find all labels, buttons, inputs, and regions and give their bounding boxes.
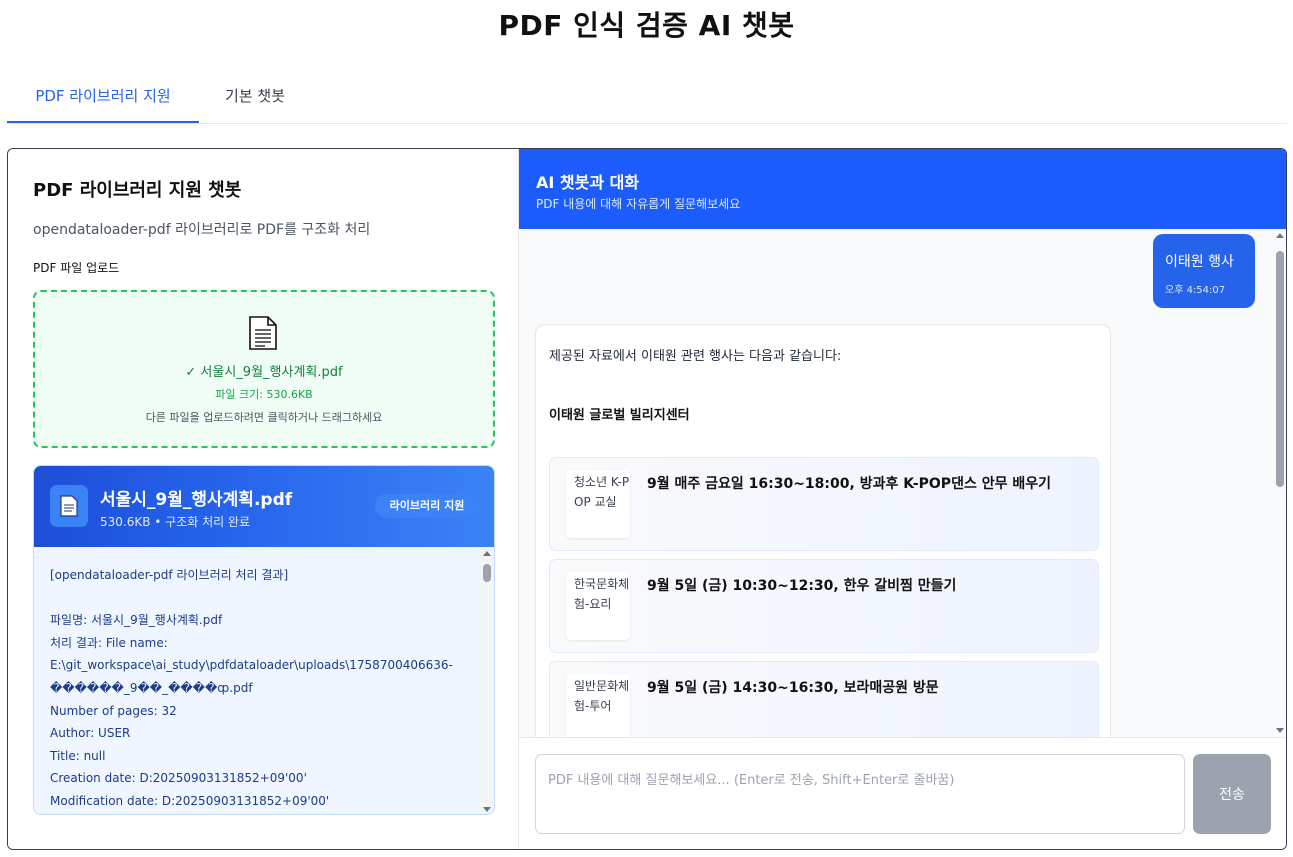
document-card-header: 서울시_9월_행사계획.pdf 530.6KB • 구조화 처리 완료 라이브러… bbox=[34, 466, 494, 547]
event-card: 청소년 K-POP 교실 9월 매주 금요일 16:30~18:00, 방과후 … bbox=[549, 457, 1099, 551]
left-pane: PDF 라이브러리 지원 챗봇 opendataloader-pdf 라이브러리… bbox=[8, 149, 519, 849]
ai-message: 제공된 자료에서 이태원 관련 행사는 다음과 같습니다: 이태원 글로벌 빌리… bbox=[535, 324, 1111, 737]
chat-scroll-thumb[interactable] bbox=[1276, 251, 1284, 487]
result-line: [opendataloader-pdf 라이브러리 처리 결과] bbox=[50, 568, 289, 582]
document-icon bbox=[249, 316, 277, 350]
dropzone-hint: 다른 파일을 업로드하려면 클릭하거나 드래그하세요 bbox=[145, 411, 383, 424]
event-title: 9월 매주 금요일 16:30~18:00, 방과후 K-POP댄스 안무 배우… bbox=[647, 476, 1051, 492]
result-line: Creation date: D:20250903131852+09'00' bbox=[50, 771, 307, 786]
chat-scrollbar[interactable] bbox=[1273, 229, 1286, 737]
result-line: 처리 결과: File name: bbox=[50, 635, 168, 650]
document-card-icon bbox=[50, 485, 88, 527]
document-result-text: [opendataloader-pdf 라이브러리 처리 결과] 파일명: 서울… bbox=[50, 564, 470, 813]
result-line: ������_9��_����ȹ.pdf bbox=[50, 680, 253, 695]
result-line: Author: USER bbox=[50, 726, 131, 741]
document-scrollbar[interactable] bbox=[480, 547, 494, 814]
result-line: Modification date: D:20250903131852+09'0… bbox=[50, 793, 330, 808]
tab-pdf-library[interactable]: PDF 라이브러리 지원 bbox=[7, 74, 199, 123]
scroll-down-arrow-icon[interactable] bbox=[483, 807, 491, 812]
event-title: 9월 5일 (금) 10:30~12:30, 한우 갈비찜 만들기 bbox=[647, 578, 957, 594]
event-title: 9월 5일 (금) 14:30~16:30, 보라매공원 방문 bbox=[647, 680, 939, 696]
main-card: PDF 라이브러리 지원 챗봇 opendataloader-pdf 라이브러리… bbox=[7, 148, 1287, 850]
tab-bar: PDF 라이브러리 지원 기본 챗봇 bbox=[7, 74, 1287, 124]
result-line bbox=[50, 587, 470, 610]
send-button[interactable]: 전송 bbox=[1193, 754, 1271, 834]
left-pane-title: PDF 라이브러리 지원 챗봇 bbox=[33, 180, 242, 201]
document-name: 서울시_9월_행사계획.pdf bbox=[100, 490, 293, 510]
event-tag: 일반문화체험-투어 bbox=[566, 674, 630, 737]
user-message: 이태원 행사 오후 4:54:07 bbox=[1153, 234, 1255, 308]
document-result-panel[interactable]: [opendataloader-pdf 라이브러리 처리 결과] 파일명: 서울… bbox=[34, 547, 494, 814]
event-card: 일반문화체험-투어 9월 5일 (금) 14:30~16:30, 보라매공원 방… bbox=[549, 661, 1099, 737]
library-badge: 라이브러리 지원 bbox=[375, 494, 479, 518]
file-dropzone[interactable]: ✓ 서울시_9월_행사계획.pdf 파일 크기: 530.6KB 다른 파일을 … bbox=[33, 290, 495, 448]
event-tag: 청소년 K-POP 교실 bbox=[566, 470, 630, 538]
user-message-time: 오후 4:54:07 bbox=[1165, 285, 1226, 296]
upload-label: PDF 파일 업로드 bbox=[33, 261, 120, 275]
result-line: Number of pages: 32 bbox=[50, 703, 177, 718]
document-scroll-thumb[interactable] bbox=[483, 564, 491, 582]
file-icon bbox=[60, 495, 78, 517]
chat-messages[interactable]: 이태원 행사 오후 4:54:07 제공된 자료에서 이태원 관련 행사는 다음… bbox=[519, 229, 1286, 737]
ai-message-heading: 이태원 글로벌 빌리지센터 bbox=[549, 408, 690, 423]
chat-subtitle: PDF 내용에 대해 자유롭게 질문해보세요 bbox=[536, 197, 741, 211]
chat-input[interactable] bbox=[535, 754, 1185, 834]
uploaded-file-size: 파일 크기: 530.6KB bbox=[215, 388, 313, 401]
document-meta: 530.6KB • 구조화 처리 완료 bbox=[100, 515, 251, 529]
chat-title: AI 챗봇과 대화 bbox=[536, 173, 640, 192]
uploaded-file-name: ✓ 서울시_9월_행사계획.pdf bbox=[185, 365, 343, 380]
user-message-text: 이태원 행사 bbox=[1165, 254, 1234, 270]
result-line: E:\git_workspace\ai_study\pdfdataloader\… bbox=[50, 658, 453, 673]
left-pane-subtitle: opendataloader-pdf 라이브러리로 PDF를 구조화 처리 bbox=[33, 222, 371, 238]
result-line: 파일명: 서울시_9월_행사계획.pdf bbox=[50, 613, 223, 628]
scroll-up-arrow-icon[interactable] bbox=[1276, 233, 1284, 238]
page-title: PDF 인식 검증 AI 챗봇 bbox=[498, 9, 795, 42]
tab-basic-chatbot[interactable]: 기본 챗봇 bbox=[207, 74, 303, 123]
chat-input-area: 전송 bbox=[519, 737, 1286, 849]
chat-pane: AI 챗봇과 대화 PDF 내용에 대해 자유롭게 질문해보세요 이태원 행사 … bbox=[519, 149, 1286, 849]
event-tag: 한국문화체험-요리 bbox=[566, 572, 630, 640]
result-line: Title: null bbox=[50, 748, 106, 763]
scroll-up-arrow-icon[interactable] bbox=[483, 551, 491, 556]
scroll-down-arrow-icon[interactable] bbox=[1276, 728, 1284, 733]
chat-header: AI 챗봇과 대화 PDF 내용에 대해 자유롭게 질문해보세요 bbox=[519, 149, 1286, 229]
ai-message-intro: 제공된 자료에서 이태원 관련 행사는 다음과 같습니다: bbox=[549, 349, 842, 364]
document-card: 서울시_9월_행사계획.pdf 530.6KB • 구조화 처리 완료 라이브러… bbox=[33, 465, 495, 815]
event-card: 한국문화체험-요리 9월 5일 (금) 10:30~12:30, 한우 갈비찜 … bbox=[549, 559, 1099, 653]
